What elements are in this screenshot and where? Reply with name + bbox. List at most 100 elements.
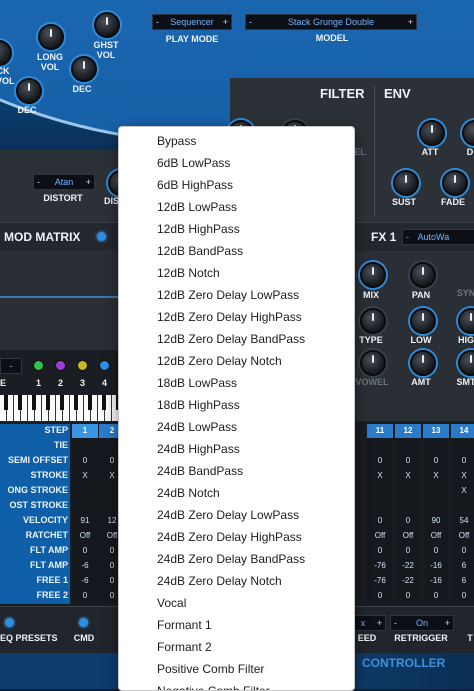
step-cell[interactable]: X: [72, 469, 98, 483]
step-number[interactable]: 12: [395, 424, 421, 438]
filter-menu-item[interactable]: 12dB Zero Delay Notch: [119, 350, 354, 372]
retrigger-increment[interactable]: +: [445, 616, 450, 630]
step-cell[interactable]: -6: [72, 559, 98, 573]
step-cell[interactable]: X: [423, 469, 449, 483]
step-cell[interactable]: [395, 439, 421, 453]
piano-black-keys[interactable]: [0, 395, 118, 410]
filter-menu-item[interactable]: 24dB HighPass: [119, 438, 354, 460]
step-cell[interactable]: X: [367, 469, 393, 483]
step-cell[interactable]: 6: [451, 559, 474, 573]
step-cell[interactable]: 0: [395, 589, 421, 603]
fade-knob[interactable]: [442, 170, 468, 196]
type-knob[interactable]: [360, 308, 386, 334]
mod-matrix-enable-icon[interactable]: [97, 232, 106, 241]
step-cell[interactable]: [72, 499, 98, 513]
step-cell[interactable]: -6: [72, 574, 98, 588]
filter-menu-item[interactable]: 12dB Zero Delay BandPass: [119, 328, 354, 350]
step-number[interactable]: 14: [451, 424, 474, 438]
step-cell[interactable]: 90: [423, 514, 449, 528]
filter-menu-item[interactable]: 12dB Notch: [119, 262, 354, 284]
model-increment[interactable]: +: [408, 15, 413, 29]
step-cell[interactable]: 0: [395, 454, 421, 468]
filter-menu-item[interactable]: 12dB LowPass: [119, 196, 354, 218]
step-cell[interactable]: 0: [395, 544, 421, 558]
speed-increment[interactable]: +: [377, 616, 382, 630]
filter-menu-item[interactable]: 6dB LowPass: [119, 152, 354, 174]
step-cell[interactable]: 0: [367, 454, 393, 468]
step-cell[interactable]: -16: [423, 574, 449, 588]
pan-knob[interactable]: [410, 262, 436, 288]
lfo-display[interactable]: [0, 250, 118, 350]
att-knob[interactable]: [419, 120, 445, 146]
filter-menu-item[interactable]: 12dB HighPass: [119, 218, 354, 240]
eq-presets-icon[interactable]: [5, 618, 14, 627]
filter-menu-item[interactable]: 24dB Zero Delay Notch: [119, 570, 354, 592]
filter-menu-item[interactable]: Bypass: [119, 130, 354, 152]
step-cell[interactable]: 0: [395, 514, 421, 528]
step-cell[interactable]: 0: [451, 544, 474, 558]
lfo4-dot-icon[interactable]: [99, 360, 110, 371]
amt-knob[interactable]: [410, 350, 436, 376]
filter-menu-item[interactable]: 24dB Notch: [119, 482, 354, 504]
play-mode-selector[interactable]: - Sequencer +: [152, 14, 232, 30]
fx1-preset-decrement[interactable]: -: [406, 232, 409, 242]
distort-decrement[interactable]: -: [37, 175, 40, 189]
distort-selector[interactable]: - Atan +: [33, 174, 95, 190]
step-cell[interactable]: 0: [451, 589, 474, 603]
step-cell[interactable]: [423, 439, 449, 453]
step-cell[interactable]: -22: [395, 559, 421, 573]
step-cell[interactable]: Off: [451, 529, 474, 543]
step-cell[interactable]: Off: [423, 529, 449, 543]
retrigger-decrement[interactable]: -: [394, 616, 397, 630]
step-cell[interactable]: 0: [423, 454, 449, 468]
step-cell[interactable]: 0: [72, 589, 98, 603]
filter-menu-item[interactable]: 24dB Zero Delay LowPass: [119, 504, 354, 526]
step-cell[interactable]: -76: [367, 574, 393, 588]
lfo2-dot-icon[interactable]: [55, 360, 66, 371]
step-cell[interactable]: Off: [367, 529, 393, 543]
step-cell[interactable]: 0: [367, 514, 393, 528]
filter-menu-item[interactable]: 24dB Zero Delay BandPass: [119, 548, 354, 570]
fx1-preset-selector[interactable]: - AutoWa: [402, 229, 474, 245]
step-cell[interactable]: [423, 499, 449, 513]
filter-menu-item[interactable]: Formant 1: [119, 614, 354, 636]
step-cell[interactable]: X: [451, 484, 474, 498]
step-cell[interactable]: 54: [451, 514, 474, 528]
play-mode-increment[interactable]: +: [223, 15, 228, 29]
filter-menu-item[interactable]: Formant 2: [119, 636, 354, 658]
step-cell[interactable]: Off: [395, 529, 421, 543]
model-selector[interactable]: - Stack Grunge Double +: [245, 14, 417, 30]
filter-menu-item[interactable]: Vocal: [119, 592, 354, 614]
lfo1-dot-icon[interactable]: [33, 360, 44, 371]
model-decrement[interactable]: -: [249, 15, 252, 29]
filter-menu-item[interactable]: 18dB HighPass: [119, 394, 354, 416]
step-cell[interactable]: [72, 439, 98, 453]
cmd-icon[interactable]: [79, 618, 88, 627]
filter-menu-item[interactable]: 24dB LowPass: [119, 416, 354, 438]
step-cell[interactable]: 0: [451, 454, 474, 468]
step-cell[interactable]: X: [395, 469, 421, 483]
step-cell[interactable]: -76: [367, 559, 393, 573]
play-mode-decrement[interactable]: -: [156, 15, 159, 29]
step-cell[interactable]: [451, 439, 474, 453]
step-cell[interactable]: [395, 499, 421, 513]
step-cell[interactable]: -22: [395, 574, 421, 588]
step-cell[interactable]: 0: [423, 589, 449, 603]
sust-knob[interactable]: [393, 170, 419, 196]
step-cell[interactable]: [451, 499, 474, 513]
step-cell[interactable]: Off: [72, 529, 98, 543]
ghst-vol-knob[interactable]: [94, 12, 120, 38]
mod-mode-decrement[interactable]: -: [10, 361, 13, 371]
filter-menu-item[interactable]: 12dB BandPass: [119, 240, 354, 262]
step-cell[interactable]: 0: [367, 589, 393, 603]
step-cell[interactable]: [367, 484, 393, 498]
filter-menu-item[interactable]: 18dB LowPass: [119, 372, 354, 394]
filter-menu-item[interactable]: Positive Comb Filter: [119, 658, 354, 680]
filter-menu-item[interactable]: 6dB HighPass: [119, 174, 354, 196]
step-cell[interactable]: [72, 484, 98, 498]
lfo3-dot-icon[interactable]: [77, 360, 88, 371]
step-cell[interactable]: 0: [72, 454, 98, 468]
filter-menu-item[interactable]: 12dB Zero Delay LowPass: [119, 284, 354, 306]
step-cell[interactable]: [423, 484, 449, 498]
filter-menu-item[interactable]: 24dB Zero Delay HighPass: [119, 526, 354, 548]
